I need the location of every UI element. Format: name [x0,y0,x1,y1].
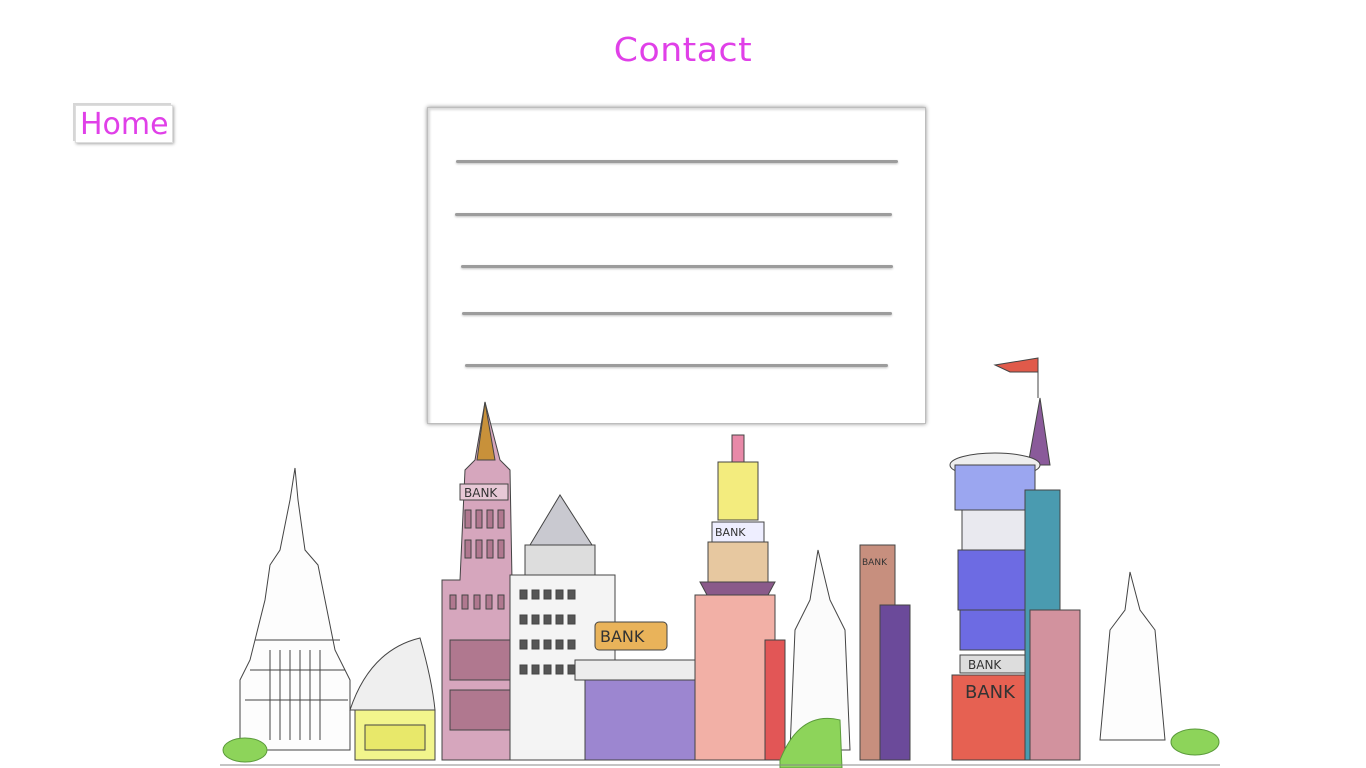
bank-sign-text: BANK [600,627,645,646]
bank-sign-text: BANK [968,658,1002,672]
bank-sign-text: BANK [464,486,498,500]
home-link[interactable]: Home [75,105,173,143]
city-skyline-illustration: BANK BANK BANK BANK BANK BANK [220,357,1220,768]
dome-building [349,637,436,761]
bank-sign-text: BANK [715,526,746,539]
contact-field-line-2[interactable] [455,213,892,216]
contact-field-line-3[interactable] [461,265,893,268]
bank-tower-yellow: BANK [694,434,786,761]
slim-brown-tower: BANK [859,544,911,761]
white-tower-right [1099,571,1166,741]
blue-round-tower: BANK BANK [949,357,1081,761]
bank-sign-text: BANK [862,558,888,568]
page-title: Contact [613,30,753,69]
bank-sign-text: BANK [965,682,1016,703]
white-tower-left [239,467,351,751]
bank-tower-pink: BANK [441,401,521,761]
contact-field-line-4[interactable] [462,312,892,315]
contact-field-line-1[interactable] [456,160,898,163]
